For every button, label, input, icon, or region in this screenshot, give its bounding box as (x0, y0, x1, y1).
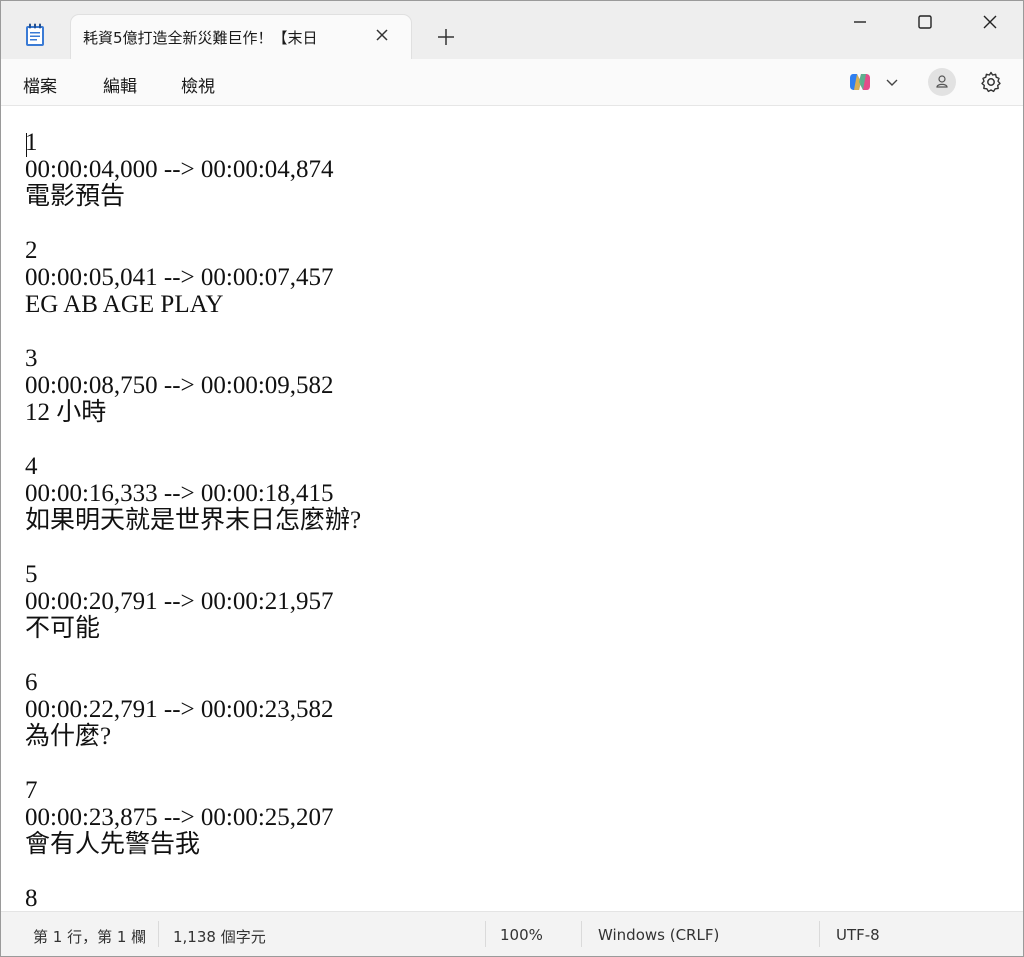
menu-edit[interactable]: 編輯 (103, 72, 137, 97)
text-editor[interactable]: 1 00:00:04,000 --> 00:00:04,874 電影預告 2 0… (1, 106, 1023, 911)
notepad-icon (25, 23, 45, 47)
text-caret (26, 133, 27, 157)
plus-icon[interactable] (435, 26, 457, 48)
maximize-icon[interactable] (914, 11, 936, 33)
status-divider (158, 921, 159, 947)
status-divider (581, 921, 582, 947)
status-line-ending: Windows (CRLF) (598, 926, 720, 944)
close-window-icon[interactable] (979, 11, 1001, 33)
gear-icon[interactable] (979, 70, 1003, 94)
status-char-count: 1,138 個字元 (173, 928, 266, 946)
person-icon[interactable] (928, 68, 956, 96)
title-bar: 耗資5億打造全新災難巨作！【末日 (1, 1, 1023, 61)
minimize-icon[interactable] (849, 11, 871, 33)
copilot-icon[interactable] (848, 70, 872, 94)
status-divider (485, 921, 486, 947)
notepad-window: 耗資5億打造全新災難巨作！【末日 檔案 編輯 檢視 1 00:00:04,000… (0, 0, 1024, 957)
tab-title: 耗資5億打造全新災難巨作！【末日 (83, 29, 318, 47)
menu-bar: 檔案 編輯 檢視 (1, 59, 1023, 106)
status-bar: 第 1 行，第 1 欄 1,138 個字元 100% Windows (CRLF… (1, 911, 1023, 956)
menu-file[interactable]: 檔案 (23, 72, 57, 97)
chevron-down-icon[interactable] (885, 76, 899, 88)
status-cursor-position: 第 1 行，第 1 欄 (33, 928, 147, 946)
status-encoding: UTF-8 (836, 926, 880, 944)
status-divider (819, 921, 820, 947)
status-zoom[interactable]: 100% (500, 926, 543, 944)
tab-document[interactable]: 耗資5億打造全新災難巨作！【末日 (71, 15, 411, 61)
menu-view[interactable]: 檢視 (181, 72, 215, 97)
close-icon[interactable] (371, 24, 393, 46)
editor-content[interactable]: 1 00:00:04,000 --> 00:00:04,874 電影預告 2 0… (25, 129, 361, 911)
